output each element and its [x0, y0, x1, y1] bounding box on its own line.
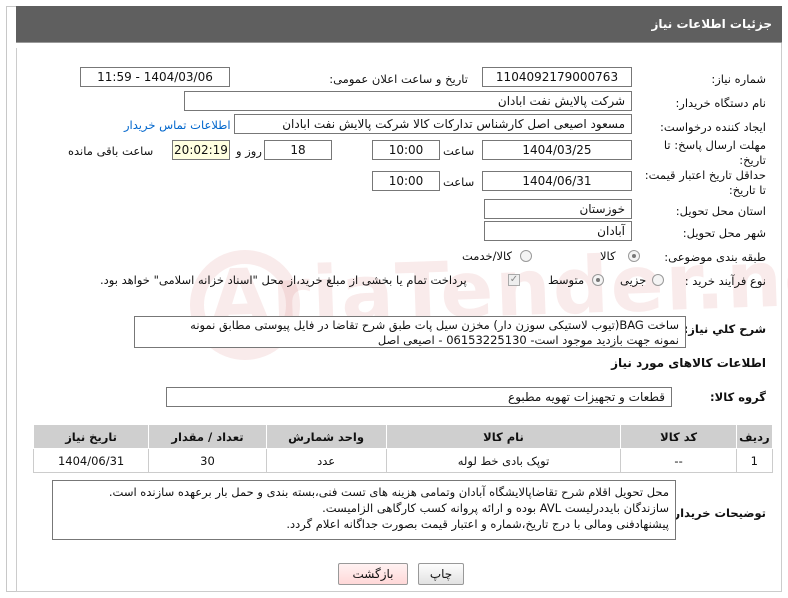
goods-table-header: ردیف کد کالا نام کالا واحد شمارش تعداد /… — [32, 424, 774, 449]
validity-time-field: 10:00 — [372, 171, 440, 191]
panel-title: جزئیات اطلاعات نیاز — [651, 17, 772, 31]
col-row: ردیف — [735, 424, 774, 449]
col-name: نام کالا — [385, 424, 622, 449]
deadline-time-label: ساعت — [443, 144, 475, 158]
cell-row: 1 — [735, 448, 774, 473]
col-date: تاریخ نیاز — [32, 424, 150, 449]
process-option-medium: متوسط — [548, 273, 585, 287]
days-label: روز و — [236, 144, 262, 158]
creator-field: مسعود اصیعی اصل کارشناس تدارکات کالا شرک… — [234, 114, 632, 134]
deadline-date-field: 1404/03/25 — [482, 140, 632, 160]
province-label: استان محل تحویل: — [675, 204, 766, 218]
validity-label: حداقل تاریخ اعتبار قیمت: تا تاریخ: — [644, 168, 766, 197]
deadline-time-field: 10:00 — [372, 140, 440, 160]
process-radio-medium[interactable] — [592, 274, 604, 286]
category-radio-goods-service[interactable] — [520, 250, 532, 262]
back-button[interactable]: بازگشت — [338, 563, 408, 585]
creator-label: ایجاد کننده درخواست: — [660, 120, 766, 134]
treasury-checkbox[interactable]: ✓ — [508, 274, 520, 286]
goods-table: ردیف کد کالا نام کالا واحد شمارش تعداد /… — [32, 424, 774, 473]
cell-qty: 30 — [148, 448, 267, 473]
description-line-1: ساخت BAG(تیوب لاستیکی سوزن دار) مخزن سیل… — [190, 318, 679, 332]
notes-line-3: پیشنهادفنی ومالی با درج تاریخ،شماره و اع… — [286, 517, 669, 531]
cell-code: -- — [620, 448, 737, 473]
announce-label: تاریخ و ساعت اعلان عمومی: — [329, 72, 468, 86]
notes-line-2: سازندگان بایددرلیست AVL بوده و ارائه پرو… — [322, 501, 669, 515]
process-option-minor: جزیی — [620, 273, 647, 287]
notes-field: محل تحویل اقلام شرح تقاضاپالایشگاه آبادا… — [52, 480, 676, 540]
description-label: شرح کلي نياز: — [683, 322, 766, 336]
description-field: ساخت BAG(تیوب لاستیکی سوزن دار) مخزن سیل… — [134, 316, 686, 348]
buyer-label: نام دستگاه خریدار: — [675, 96, 766, 110]
payment-note: پرداخت تمام یا بخشی از مبلغ خرید،از محل … — [100, 273, 467, 287]
need-number-label: شماره نیاز: — [711, 72, 766, 86]
province-field: خوزستان — [484, 199, 632, 219]
description-line-2: نمونه جهت بازدید موجود است- 06153225130 … — [377, 333, 679, 347]
table-row: 1 -- توپک بادی خط لوله عدد 30 1404/06/31 — [32, 448, 774, 473]
contact-buyer-link[interactable]: اطلاعات تماس خریدار — [124, 118, 231, 132]
notes-line-1: محل تحویل اقلام شرح تقاضاپالایشگاه آبادا… — [108, 485, 669, 499]
deadline-label: مهلت ارسال پاسخ: تا تاریخ: — [663, 138, 766, 167]
col-code: کد کالا — [620, 424, 737, 449]
remaining-time-field: 20:02:19 — [172, 140, 230, 160]
city-field: آبادان — [484, 221, 632, 241]
days-field: 18 — [264, 140, 332, 160]
cell-date: 1404/06/31 — [32, 448, 150, 473]
col-qty: تعداد / مقدار — [148, 424, 267, 449]
remaining-label: ساعت باقی مانده — [68, 144, 154, 158]
validity-date-field: 1404/06/31 — [482, 171, 632, 191]
cell-unit: عدد — [265, 448, 387, 473]
city-label: شهر محل تحویل: — [682, 226, 766, 240]
buyer-field: شرکت پالایش نفت ابادان — [184, 91, 632, 111]
category-option-goods: کالا — [600, 249, 616, 263]
need-number-field: 1104092179000763 — [482, 67, 632, 87]
category-radio-goods[interactable] — [628, 250, 640, 262]
validity-time-label: ساعت — [443, 175, 475, 189]
notes-label: توضیحات خریدار: — [668, 506, 766, 520]
category-label: طبقه بندی موضوعی: — [664, 250, 766, 264]
cell-name: توپک بادی خط لوله — [385, 448, 622, 473]
goods-group-label: گروه کالا: — [710, 390, 766, 404]
print-button[interactable]: چاپ — [418, 563, 464, 585]
goods-group-field: قطعات و تجهیزات تهویه مطبوع — [166, 387, 672, 407]
category-option-goods-service: کالا/خدمت — [462, 249, 513, 263]
process-radio-minor[interactable] — [652, 274, 664, 286]
col-unit: واحد شمارش — [265, 424, 387, 449]
goods-section-title: اطلاعات کالاهای مورد نیاز — [611, 356, 766, 370]
announce-field: 1404/03/06 - 11:59 — [80, 67, 230, 87]
panel-header: جزئیات اطلاعات نیاز — [16, 6, 782, 43]
process-label: نوع فرآیند خرید : — [684, 274, 766, 288]
